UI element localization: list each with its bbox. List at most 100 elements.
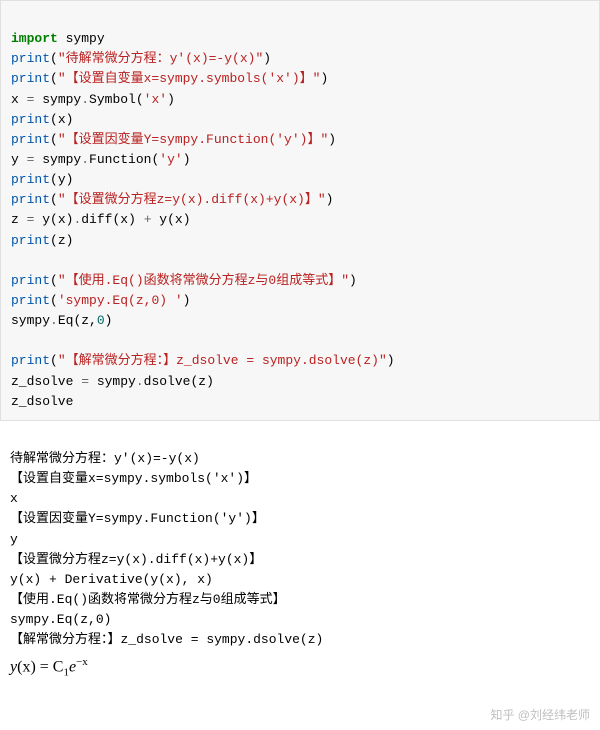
paren: ( [50, 51, 58, 66]
fn-print: print [11, 353, 50, 368]
fn-print: print [11, 293, 50, 308]
module: sympy [34, 92, 81, 107]
method: diff [81, 212, 112, 227]
string: "【设置自变量x=sympy.symbols('x')】" [58, 71, 321, 86]
dot: . [50, 313, 58, 328]
fn-print: print [11, 172, 50, 187]
output-line: 【设置自变量x=sympy.symbols('x')】 [10, 471, 257, 486]
paren: ) [326, 192, 334, 207]
code-cell: import sympy print("待解常微分方程：y'(x)=-y(x)"… [0, 0, 600, 421]
code-line: print("【设置因变量Y=sympy.Function('y')】") [11, 132, 336, 147]
code-line: x = sympy.Symbol('x') [11, 92, 175, 107]
dot: . [81, 92, 89, 107]
operator: + [144, 212, 152, 227]
keyword-import: import [11, 31, 58, 46]
output-cell: 待解常微分方程：y'(x)=-y(x) 【设置自变量x=sympy.symbol… [0, 421, 600, 730]
arg: y [58, 172, 66, 187]
code-line: print(x) [11, 112, 73, 127]
watermark: 知乎 @刘经纬老师 [490, 706, 590, 725]
module: sympy [11, 313, 50, 328]
output-line: 【设置微分方程z=y(x).diff(x)+y(x)】 [10, 552, 262, 567]
string: "【解常微分方程：】z_dsolve = sympy.dsolve(z)" [58, 353, 387, 368]
paren: ) [167, 92, 175, 107]
paren: ( [136, 92, 144, 107]
dot: . [136, 374, 144, 389]
paren: ( [50, 172, 58, 187]
paren: ) [183, 293, 191, 308]
fn-print: print [11, 51, 50, 66]
paren: ( [50, 192, 58, 207]
module: sympy [89, 374, 136, 389]
output-line: y(x) + Derivative(y(x), x) [10, 572, 213, 587]
expr: y(x) [34, 212, 73, 227]
math-output: y(x) = C1e−x [10, 650, 590, 682]
fn-print: print [11, 112, 50, 127]
paren: ( [50, 112, 58, 127]
fn-dsolve: dsolve [144, 374, 191, 389]
output-line: 【解常微分方程：】z_dsolve = sympy.dsolve(z) [10, 632, 323, 647]
arg: z [58, 233, 66, 248]
math-superscript: −x [76, 656, 88, 668]
var: z_dsolve [11, 394, 73, 409]
paren: ( [50, 132, 58, 147]
string: "待解常微分方程：y'(x)=-y(x)" [58, 51, 263, 66]
paren: ) [328, 132, 336, 147]
fn-print: print [11, 132, 50, 147]
output-line: 【设置因变量Y=sympy.Function('y')】 [10, 511, 265, 526]
code-line: import sympy [11, 31, 105, 46]
output-line: x [10, 491, 18, 506]
arg: z [198, 374, 206, 389]
dot: . [81, 152, 89, 167]
paren: ) [349, 273, 357, 288]
paren: ( [50, 353, 58, 368]
expr: y(x) [152, 212, 191, 227]
code-line: z_dsolve = sympy.dsolve(z) [11, 374, 214, 389]
var: z [11, 212, 27, 227]
expr: (x) [112, 212, 143, 227]
arg: z, [81, 313, 97, 328]
var: x [11, 92, 27, 107]
code-line: print(z) [11, 233, 73, 248]
paren: ( [50, 293, 58, 308]
code-line: z = y(x).diff(x) + y(x) [11, 212, 191, 227]
code-line: print("待解常微分方程：y'(x)=-y(x)") [11, 51, 271, 66]
math-e: e [69, 659, 76, 676]
paren: ( [50, 233, 58, 248]
math-text: (x) = C [17, 659, 63, 676]
class-name: Function [89, 152, 151, 167]
code-line: z_dsolve [11, 394, 73, 409]
code-line: print("【设置微分方程z=y(x).diff(x)+y(x)】") [11, 192, 333, 207]
string: "【使用.Eq()函数将常微分方程z与0组成等式】" [58, 273, 349, 288]
operator: = [81, 374, 89, 389]
output-line: 待解常微分方程：y'(x)=-y(x) [10, 451, 200, 466]
fn-print: print [11, 71, 50, 86]
var: y [11, 152, 27, 167]
code-line: y = sympy.Function('y') [11, 152, 191, 167]
code-line: sympy.Eq(z,0) [11, 313, 112, 328]
paren: ) [387, 353, 395, 368]
paren: ) [66, 172, 74, 187]
output-line: y [10, 532, 18, 547]
code-line: print("【解常微分方程：】z_dsolve = sympy.dsolve(… [11, 353, 395, 368]
fn-print: print [11, 192, 50, 207]
var: z_dsolve [11, 374, 81, 389]
string: "【设置因变量Y=sympy.Function('y')】" [58, 132, 328, 147]
code-line: print("【使用.Eq()函数将常微分方程z与0组成等式】") [11, 273, 357, 288]
output-line: 【使用.Eq()函数将常微分方程z与0组成等式】 [10, 592, 286, 607]
paren: ) [263, 51, 271, 66]
string: 'x' [144, 92, 167, 107]
paren: ) [183, 152, 191, 167]
string: 'sympy.Eq(z,0) ' [58, 293, 183, 308]
code-line: print("【设置自变量x=sympy.symbols('x')】") [11, 71, 328, 86]
string: "【设置微分方程z=y(x).diff(x)+y(x)】" [58, 192, 326, 207]
paren: ) [206, 374, 214, 389]
module-name: sympy [58, 31, 105, 46]
paren: ) [66, 112, 74, 127]
fn-print: print [11, 273, 50, 288]
arg: x [58, 112, 66, 127]
code-line: print('sympy.Eq(z,0) ') [11, 293, 190, 308]
number: 0 [97, 313, 105, 328]
code-line: print(y) [11, 172, 73, 187]
paren: ) [66, 233, 74, 248]
string: 'y' [159, 152, 182, 167]
